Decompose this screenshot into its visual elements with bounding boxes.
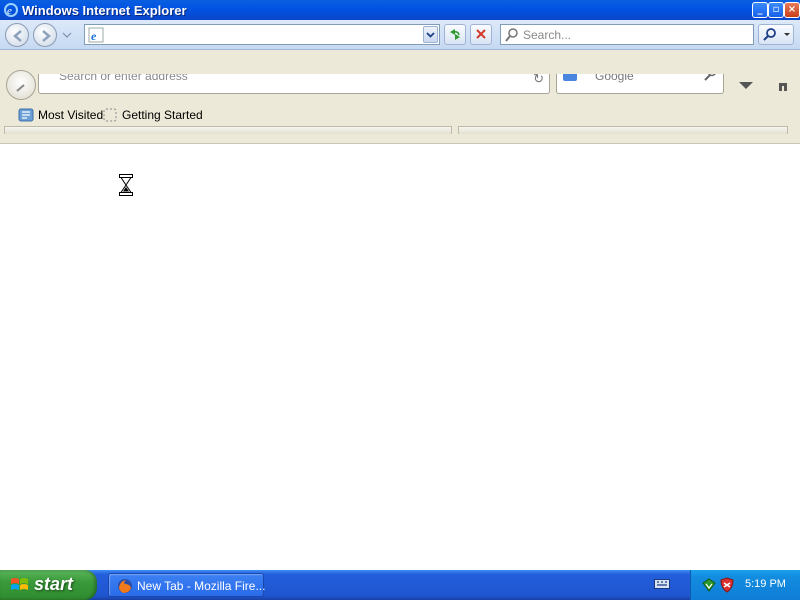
taskbar-item-label: New Tab - Mozilla Fire...: [137, 579, 266, 593]
ie-logo-icon: e: [4, 3, 18, 17]
search-icon: [505, 28, 518, 42]
search-engine-label: Google: [595, 74, 634, 83]
security-shield-icon[interactable]: [719, 577, 735, 593]
clock: 5:19 PM: [745, 578, 786, 590]
firefox-icon: [118, 579, 132, 593]
hourglass-cursor-icon: [119, 174, 133, 196]
windows-flag-icon: [11, 578, 28, 590]
search-options-icon: [763, 28, 790, 41]
tab[interactable]: [458, 126, 788, 134]
ie-page-icon: e: [88, 27, 104, 43]
download-arrow-icon[interactable]: [738, 81, 754, 91]
refresh-icon: [450, 29, 460, 40]
ie-address-bar[interactable]: e: [84, 24, 440, 45]
back-arrow-icon: [13, 30, 22, 42]
system-tray: 5:19 PM: [690, 570, 800, 600]
ie-search-go-button[interactable]: [758, 24, 794, 45]
getting-started-icon: [103, 108, 117, 122]
back-arrow-icon: [16, 84, 25, 92]
stop-x-icon: [476, 29, 486, 39]
start-label: start: [34, 574, 74, 594]
ie-forward-button[interactable]: [33, 23, 57, 47]
address-dropdown-button[interactable]: [423, 26, 438, 43]
firefox-search-box[interactable]: Google: [556, 74, 724, 94]
refresh-button[interactable]: [444, 24, 466, 45]
stop-button[interactable]: [470, 24, 492, 45]
start-button[interactable]: start: [0, 570, 97, 600]
taskbar: start New Tab - Mozilla Fire... 5:19 PM: [0, 570, 800, 600]
ie-title-bar[interactable]: e Windows Internet Explorer _ ▫ ×: [0, 0, 800, 20]
bookmark-most-visited[interactable]: Most Visited: [18, 106, 103, 124]
tab[interactable]: [4, 126, 452, 134]
window-title: Windows Internet Explorer: [22, 3, 187, 18]
ie-navigation-bar: e Search...: [0, 20, 800, 50]
forward-arrow-icon: [42, 30, 51, 42]
ie-search-box[interactable]: Search...: [500, 24, 754, 45]
keyboard-icon[interactable]: [654, 578, 670, 590]
network-icon[interactable]: [701, 577, 717, 593]
close-window-button[interactable]: ×: [784, 2, 800, 18]
ie-search-placeholder: Search...: [523, 28, 572, 42]
restore-button[interactable]: ▫: [768, 2, 784, 18]
bookmark-label: Getting Started: [122, 108, 203, 122]
chevron-down-icon: [426, 32, 435, 38]
bookmark-label: Most Visited: [38, 108, 104, 122]
svg-text:e: e: [91, 29, 97, 43]
recent-pages-dropdown-icon[interactable]: [62, 30, 72, 40]
bookmarks-toolbar: Most Visited Getting Started: [0, 104, 800, 126]
bookmark-getting-started[interactable]: Getting Started: [102, 106, 203, 124]
tab-strip: [4, 126, 788, 136]
taskbar-item-firefox[interactable]: New Tab - Mozilla Fire...: [108, 573, 266, 597]
firefox-back-button[interactable]: [6, 70, 36, 100]
firefox-address-placeholder: Search or enter address: [59, 74, 188, 83]
firefox-toolbar-remnant: Search or enter address ↻ Google Most Vi…: [0, 70, 800, 144]
google-engine-icon: [563, 74, 577, 81]
firefox-address-bar[interactable]: Search or enter address ↻: [38, 74, 550, 94]
minimize-button[interactable]: _: [752, 2, 768, 18]
reload-icon[interactable]: ↻: [533, 74, 544, 87]
most-visited-icon: [18, 108, 34, 122]
svg-text:e: e: [7, 5, 12, 17]
ie-back-button[interactable]: [5, 23, 29, 47]
search-icon[interactable]: [701, 74, 719, 84]
home-icon[interactable]: [776, 80, 790, 92]
